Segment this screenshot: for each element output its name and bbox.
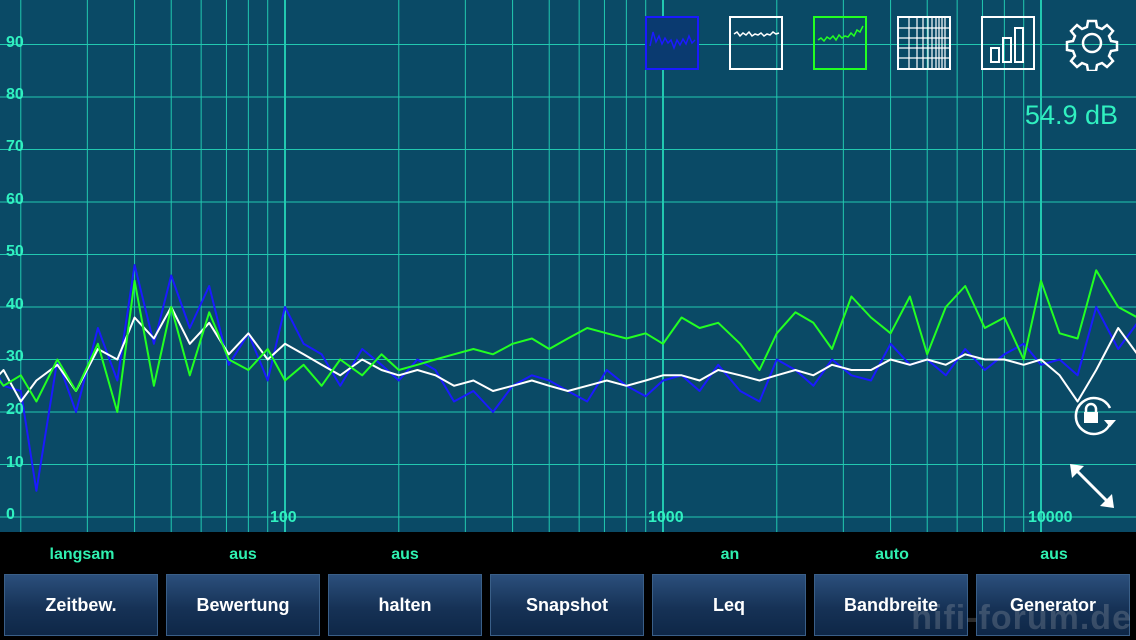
snapshot-button[interactable]: Snapshot [490,574,644,636]
weighting-button[interactable]: Bewertung [166,574,320,636]
x-tick-label: 10000 [1028,509,1073,526]
y-tick-label: 60 [6,191,24,208]
control-bar: langsam aus aus an auto aus Zeitbew. Bew… [0,532,1136,640]
fullscreen-icon[interactable] [1068,462,1116,510]
generator-button[interactable]: Generator [976,574,1130,636]
x-tick-label: 100 [270,509,297,526]
level-readout: 54.9 dB [1024,100,1118,130]
series-line-0 [0,264,1136,492]
time-weighting-button[interactable]: Zeitbew. [4,574,158,636]
y-tick-label: 30 [6,348,24,365]
y-tick-label: 20 [6,401,24,418]
control-state: an [720,546,740,563]
y-tick-label: 90 [6,34,24,51]
y-tick-label: 40 [6,296,24,313]
gear-icon[interactable] [1064,15,1120,71]
control-state: aus [1040,546,1068,563]
control-state: aus [391,546,419,563]
series-line-1 [0,306,1136,403]
grid-icon[interactable] [897,16,951,70]
spectrum-chart [0,0,1136,532]
bandwidth-button[interactable]: Bandbreite [814,574,968,636]
hold-button[interactable]: halten [328,574,482,636]
bar-chart-icon[interactable] [981,16,1035,70]
x-tick-label: 1000 [648,509,684,526]
control-state: auto [875,546,909,563]
spectrum-green-icon[interactable] [813,16,867,70]
control-state: langsam [49,546,115,563]
spectrum-white-icon[interactable] [729,16,783,70]
leq-button[interactable]: Leq [652,574,806,636]
y-tick-label: 70 [6,138,24,155]
rotation-lock-icon[interactable] [1070,394,1118,436]
y-tick-label: 10 [6,454,24,471]
control-state: aus [229,546,257,563]
y-tick-label: 0 [6,506,15,523]
y-tick-label: 50 [6,243,24,260]
spectrum-plot[interactable]: 90 80 70 60 50 40 30 20 10 0 100 1000 10… [0,0,1136,532]
y-tick-label: 80 [6,86,24,103]
spectrum-blue-icon[interactable] [645,16,699,70]
